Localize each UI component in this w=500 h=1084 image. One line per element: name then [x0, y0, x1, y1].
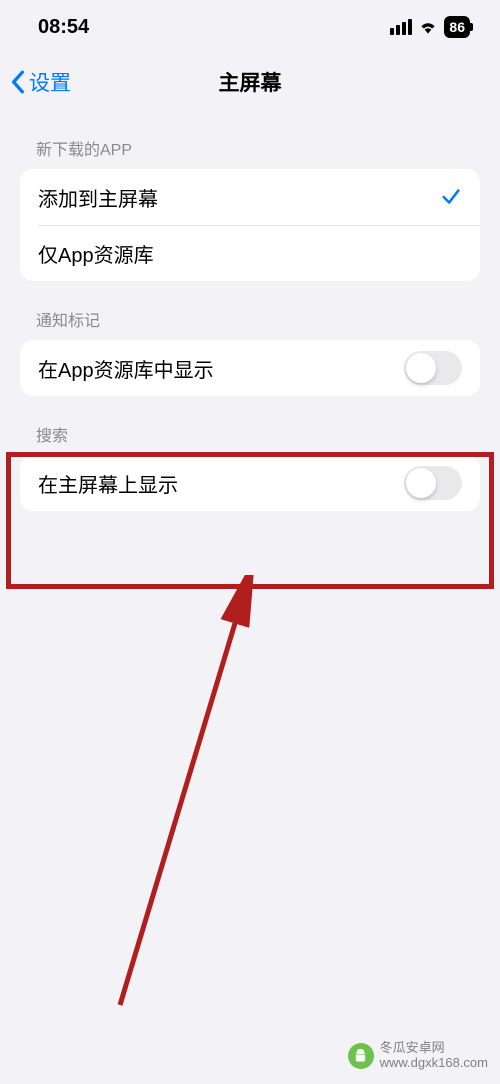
cell-label: 在主屏幕上显示	[38, 469, 404, 498]
check-icon	[440, 186, 462, 208]
back-label: 设置	[29, 67, 71, 97]
group-search: 在主屏幕上显示	[20, 455, 480, 511]
navigation-bar: 设置 主屏幕	[0, 54, 500, 110]
annotation-arrow	[100, 575, 270, 1015]
watermark-title: 冬瓜安卓网	[380, 1041, 488, 1055]
switch-show-in-library[interactable]	[404, 351, 462, 385]
section-header-badges: 通知标记	[0, 281, 500, 340]
switch-knob	[406, 353, 436, 383]
back-button[interactable]: 设置	[10, 67, 71, 97]
option-add-to-home[interactable]: 添加到主屏幕	[20, 169, 480, 225]
page-title: 主屏幕	[219, 67, 282, 97]
row-show-in-library: 在App资源库中显示	[20, 340, 480, 396]
switch-show-on-home[interactable]	[404, 466, 462, 500]
chevron-left-icon	[10, 70, 26, 94]
watermark-logo-icon	[348, 1043, 374, 1069]
row-show-on-home: 在主屏幕上显示	[20, 455, 480, 511]
battery-icon: 86	[444, 16, 470, 38]
cell-label: 在App资源库中显示	[38, 354, 404, 383]
wifi-icon	[418, 19, 438, 35]
cellular-signal-icon	[390, 19, 412, 35]
status-bar: 08:54 86	[0, 0, 500, 54]
option-app-library-only[interactable]: 仅App资源库	[20, 225, 480, 281]
cell-label: 仅App资源库	[38, 239, 462, 268]
cell-label: 添加到主屏幕	[38, 183, 440, 212]
status-time: 08:54	[38, 16, 89, 39]
status-indicators: 86	[390, 16, 470, 38]
switch-knob	[406, 468, 436, 498]
section-header-search: 搜索	[0, 396, 500, 455]
group-new-apps: 添加到主屏幕 仅App资源库	[20, 169, 480, 281]
watermark-url: www.dgxk168.com	[380, 1056, 488, 1070]
group-badges: 在App资源库中显示	[20, 340, 480, 396]
watermark: 冬瓜安卓网 www.dgxk168.com	[348, 1041, 488, 1070]
section-header-new-apps: 新下载的APP	[0, 110, 500, 169]
